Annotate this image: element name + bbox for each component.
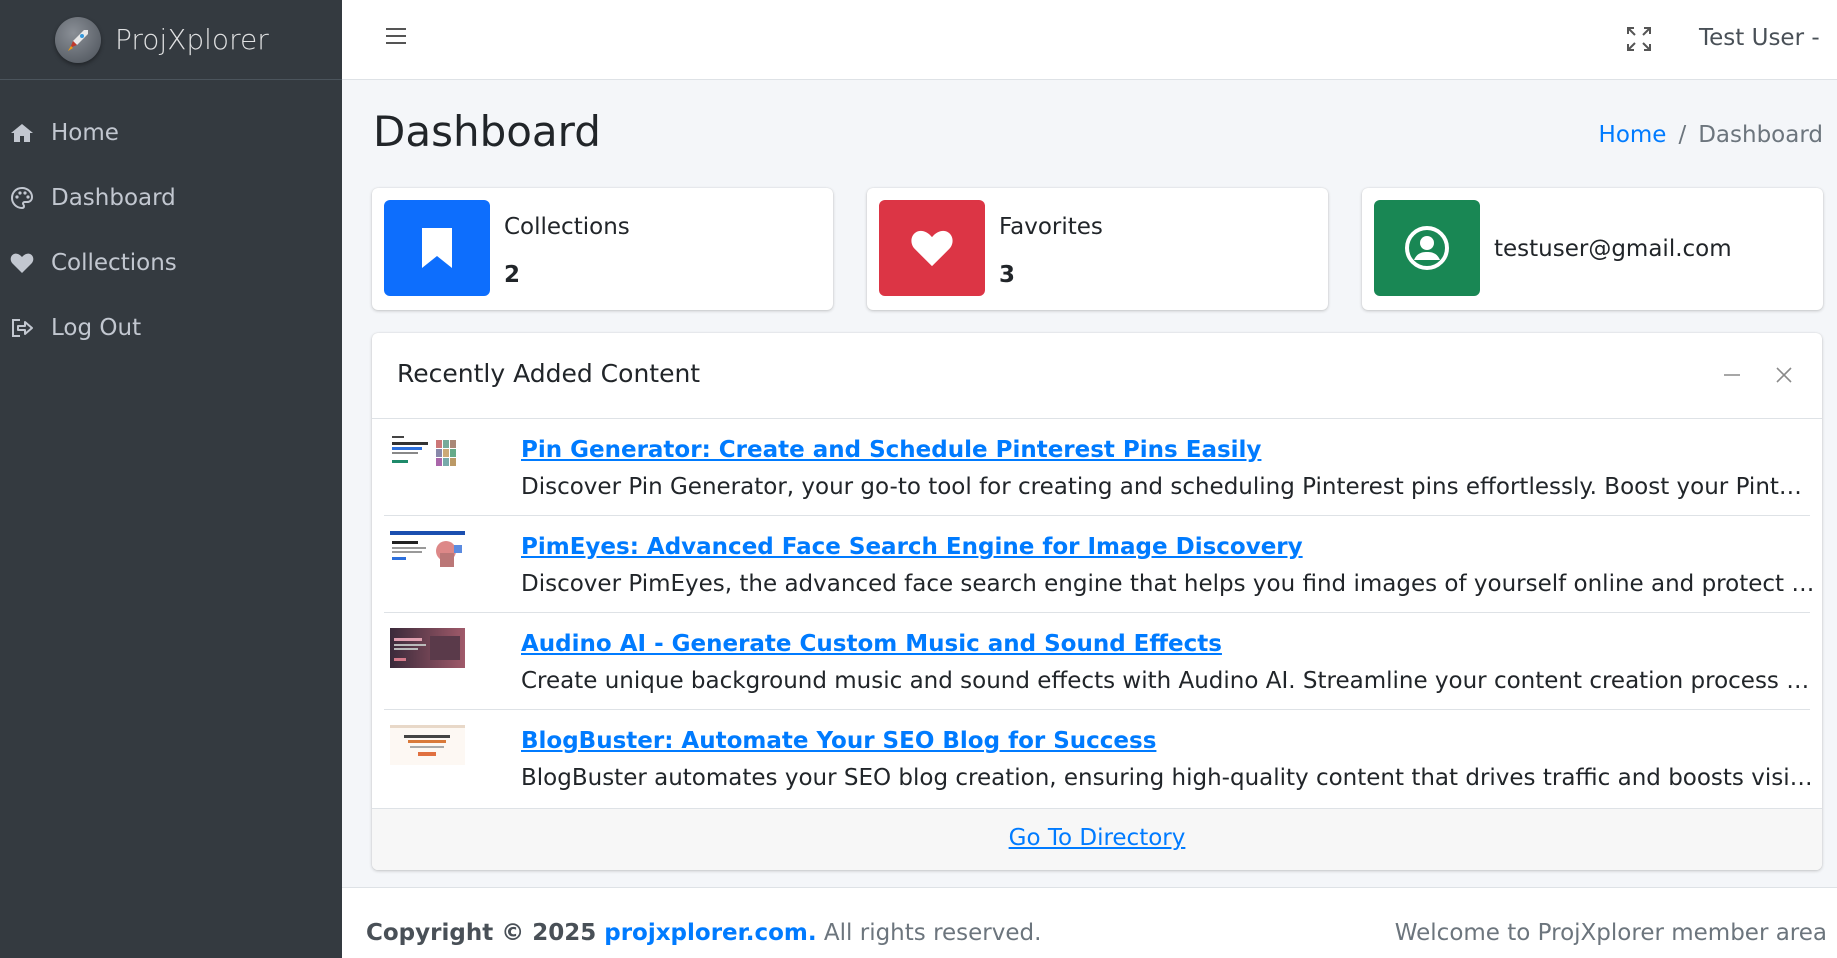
list-item: PimEyes: Advanced Face Search Engine for… bbox=[384, 516, 1816, 613]
item-description: Discover PimEyes, the advanced face sear… bbox=[521, 571, 1816, 597]
recent-content-card: Recently Added Content Pin Generator: Cr… bbox=[372, 333, 1822, 870]
list-item: Audino AI - Generate Custom Music and So… bbox=[384, 613, 1816, 710]
info-box-number: 2 bbox=[504, 262, 521, 288]
info-box-favorites: Favorites 3 bbox=[867, 188, 1328, 310]
user-circle-icon bbox=[1374, 200, 1480, 296]
list-item: BlogBuster: Automate Your SEO Blog for S… bbox=[384, 710, 1816, 807]
card-header: Recently Added Content bbox=[372, 333, 1822, 419]
minus-icon[interactable] bbox=[1720, 363, 1744, 387]
sidebar: ProjXplorer Home Dashboard Collections L… bbox=[0, 0, 342, 958]
info-box-label: Collections bbox=[504, 214, 630, 240]
item-title-link[interactable]: BlogBuster: Automate Your SEO Blog for S… bbox=[521, 728, 1156, 754]
item-description: BlogBuster automates your SEO blog creat… bbox=[521, 765, 1816, 791]
home-icon bbox=[8, 119, 36, 147]
card-footer: Go To Directory bbox=[372, 808, 1822, 870]
sidebar-item-label: Collections bbox=[51, 249, 177, 276]
info-box-label: Favorites bbox=[999, 214, 1103, 240]
card-title: Recently Added Content bbox=[397, 359, 701, 388]
hamburger-icon[interactable] bbox=[386, 28, 406, 48]
copyright-text: Copyright © 2025 bbox=[366, 920, 597, 946]
breadcrumb-home-link[interactable]: Home bbox=[1599, 122, 1667, 148]
rocket-icon bbox=[55, 16, 101, 63]
heart-icon bbox=[8, 249, 36, 277]
site-link[interactable]: projxplorer.com. bbox=[604, 920, 816, 946]
welcome-text: Welcome to ProjXplorer member area bbox=[1394, 920, 1827, 946]
breadcrumb-current: Dashboard bbox=[1698, 122, 1823, 148]
breadcrumb: Home / Dashboard bbox=[1599, 122, 1823, 148]
thumbnail-image[interactable] bbox=[390, 434, 465, 474]
bookmark-icon bbox=[384, 200, 490, 296]
info-box-number: 3 bbox=[999, 262, 1016, 288]
top-navbar: Test User - bbox=[342, 0, 1837, 80]
close-icon[interactable] bbox=[1772, 363, 1796, 387]
sidebar-item-label: Home bbox=[51, 119, 119, 146]
list-item: Pin Generator: Create and Schedule Pinte… bbox=[384, 419, 1816, 516]
item-description: Discover Pin Generator, your go-to tool … bbox=[521, 474, 1816, 500]
thumbnail-image[interactable] bbox=[390, 628, 465, 668]
sidebar-item-logout[interactable]: Log Out bbox=[0, 295, 342, 360]
sidebar-item-collections[interactable]: Collections bbox=[0, 230, 342, 295]
go-to-directory-link[interactable]: Go To Directory bbox=[1009, 825, 1186, 851]
sidebar-item-label: Dashboard bbox=[51, 184, 176, 211]
copyright: Copyright © 2025 projxplorer.com. All rig… bbox=[366, 920, 1041, 946]
sidebar-item-home[interactable]: Home bbox=[0, 100, 342, 165]
info-box-account: testuser@gmail.com bbox=[1362, 188, 1823, 310]
page-title: Dashboard bbox=[373, 107, 601, 156]
brand-name: ProjXplorer bbox=[115, 23, 269, 56]
thumbnail-image[interactable] bbox=[390, 531, 465, 571]
user-menu[interactable]: Test User - bbox=[1699, 25, 1820, 51]
rights-text: All rights reserved. bbox=[823, 920, 1042, 946]
item-title-link[interactable]: Pin Generator: Create and Schedule Pinte… bbox=[521, 437, 1261, 463]
item-title-link[interactable]: PimEyes: Advanced Face Search Engine for… bbox=[521, 534, 1303, 560]
logout-icon bbox=[8, 314, 36, 342]
sidebar-nav: Home Dashboard Collections Log Out bbox=[0, 100, 342, 360]
sidebar-item-dashboard[interactable]: Dashboard bbox=[0, 165, 342, 230]
heart-icon bbox=[879, 200, 985, 296]
expand-icon[interactable] bbox=[1625, 25, 1653, 53]
content-list: Pin Generator: Create and Schedule Pinte… bbox=[372, 419, 1822, 807]
page-footer: Copyright © 2025 projxplorer.com. All rig… bbox=[342, 887, 1837, 958]
brand-link[interactable]: ProjXplorer bbox=[0, 0, 342, 80]
item-title-link[interactable]: Audino AI - Generate Custom Music and So… bbox=[521, 631, 1222, 657]
info-box-collections: Collections 2 bbox=[372, 188, 833, 310]
user-email: testuser@gmail.com bbox=[1494, 236, 1732, 262]
item-description: Create unique background music and sound… bbox=[521, 668, 1816, 694]
palette-icon bbox=[8, 184, 36, 212]
sidebar-item-label: Log Out bbox=[51, 314, 142, 341]
thumbnail-image[interactable] bbox=[390, 725, 465, 765]
breadcrumb-separator: / bbox=[1678, 122, 1687, 148]
